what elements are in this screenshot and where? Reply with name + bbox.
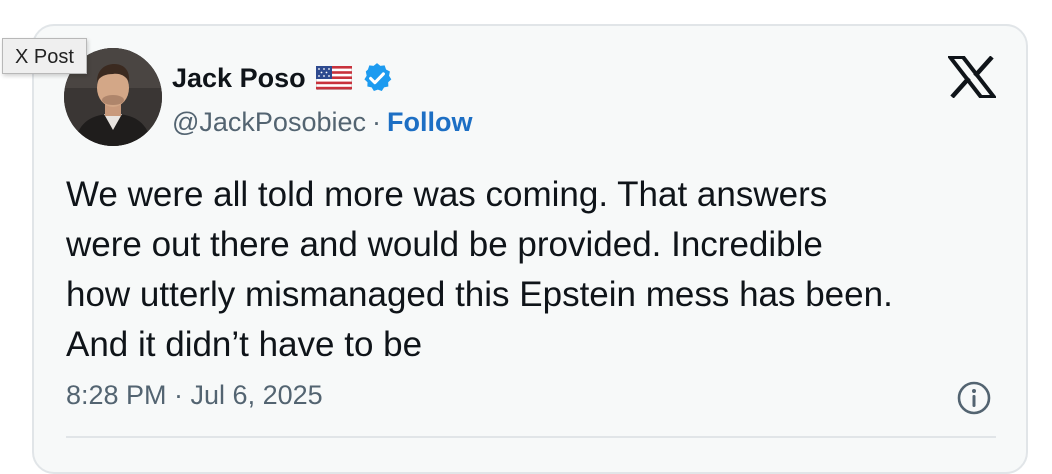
tooltip: X Post (2, 38, 87, 74)
author-display-name[interactable]: Jack Poso (172, 63, 306, 94)
author-handle[interactable]: @JackPosobiec (172, 107, 366, 138)
author-handle-row: @JackPosobiec · Follow (172, 104, 472, 140)
follow-button[interactable]: Follow (387, 107, 472, 138)
tweet-timestamp[interactable]: 8:28 PM · Jul 6, 2025 (66, 380, 323, 411)
tweet-text: We were all told more was coming. That a… (66, 175, 893, 364)
divider (66, 436, 996, 438)
us-flag-icon (315, 65, 352, 91)
info-icon[interactable] (956, 380, 992, 416)
verified-badge-icon[interactable] (360, 61, 394, 95)
author-name-row: Jack Poso (172, 58, 394, 98)
x-logo-icon[interactable] (945, 55, 999, 99)
separator-dot: · (372, 106, 381, 137)
